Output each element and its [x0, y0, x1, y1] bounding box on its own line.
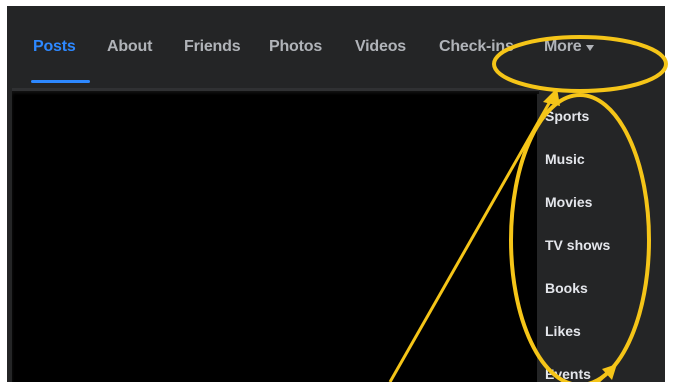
menu-item-sports[interactable]: Sports — [545, 108, 589, 124]
caret-down-icon — [586, 44, 595, 51]
tab-about[interactable]: About — [107, 38, 152, 56]
tab-more[interactable]: More — [544, 38, 595, 56]
tab-photos[interactable]: Photos — [269, 38, 322, 56]
more-dropdown-menu: Sports Music Movies TV shows Books Likes… — [537, 94, 665, 382]
menu-item-tv-shows[interactable]: TV shows — [545, 237, 610, 253]
menu-item-books[interactable]: Books — [545, 280, 588, 296]
profile-tabs-bar: Posts About Friends Photos Videos Check-… — [7, 6, 665, 86]
menu-item-events[interactable]: Events — [545, 366, 591, 382]
tab-check-ins[interactable]: Check-ins — [439, 38, 514, 56]
content-area — [12, 88, 539, 382]
tab-videos[interactable]: Videos — [355, 38, 406, 56]
menu-item-movies[interactable]: Movies — [545, 194, 592, 210]
menu-item-likes[interactable]: Likes — [545, 323, 581, 339]
tab-more-label: More — [544, 38, 582, 55]
profile-nav-frame: Posts About Friends Photos Videos Check-… — [7, 6, 665, 382]
active-tab-indicator — [31, 80, 90, 83]
menu-item-music[interactable]: Music — [545, 151, 585, 167]
tab-friends[interactable]: Friends — [184, 38, 241, 56]
tab-posts[interactable]: Posts — [33, 38, 76, 56]
